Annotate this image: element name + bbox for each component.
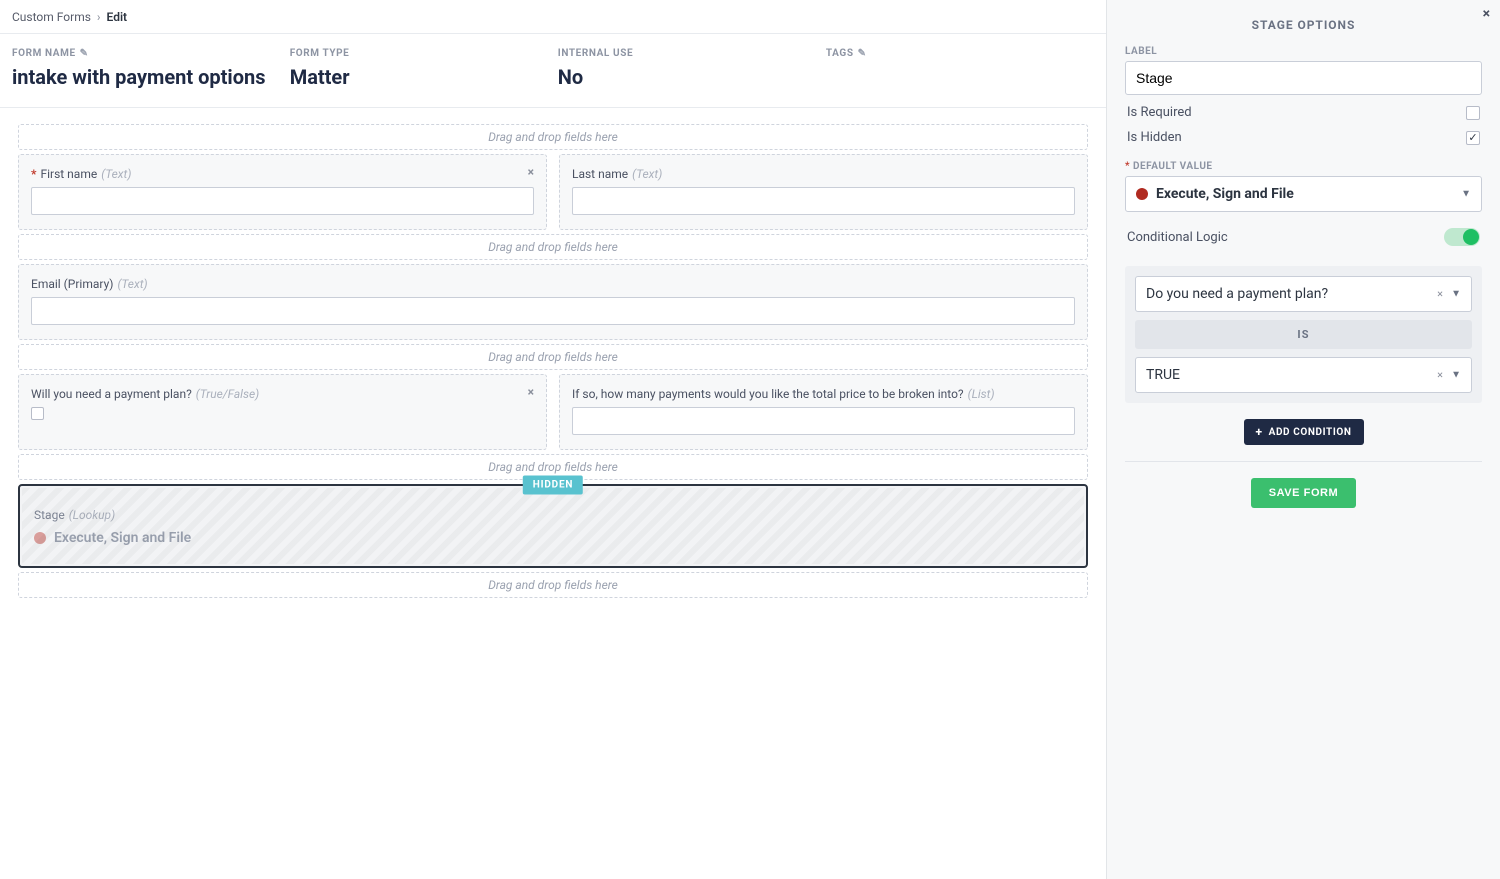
default-value-label: DEFAULT VALUE	[1125, 161, 1482, 172]
field-last-name[interactable]: Last name (Text)	[559, 154, 1088, 230]
condition-block: Do you need a payment plan? × ▼ IS TRUE …	[1125, 266, 1482, 403]
breadcrumb-current: Edit	[107, 10, 128, 24]
field-payment-plan[interactable]: × Will you need a payment plan? (True/Fa…	[18, 374, 547, 450]
chevron-down-icon: ▼	[1451, 370, 1461, 381]
plus-icon: +	[1256, 426, 1263, 438]
field-type: (Text)	[101, 167, 131, 181]
drop-zone[interactable]: Drag and drop fields here	[18, 234, 1088, 260]
stage-color-dot-icon	[1136, 188, 1148, 200]
divider	[1125, 461, 1482, 462]
condition-field-select[interactable]: Do you need a payment plan? × ▼	[1135, 276, 1472, 312]
num-payments-input[interactable]	[572, 407, 1075, 435]
is-hidden-label: Is Hidden	[1127, 130, 1182, 145]
meta-internal-use-label: INTERNAL USE	[558, 48, 633, 59]
field-label: Stage	[34, 508, 65, 522]
field-label: Last name	[572, 167, 628, 181]
conditional-logic-toggle[interactable]	[1444, 228, 1480, 246]
field-type: (Text)	[117, 277, 147, 291]
field-label: If so, how many payments would you like …	[572, 387, 964, 401]
add-condition-button[interactable]: + ADD CONDITION	[1244, 419, 1364, 445]
field-email[interactable]: Email (Primary) (Text)	[18, 264, 1088, 340]
stage-value: Execute, Sign and File	[54, 530, 191, 546]
condition-value-text: TRUE	[1146, 367, 1180, 383]
edit-icon[interactable]: ✎	[858, 48, 867, 59]
first-name-input[interactable]	[31, 187, 534, 215]
breadcrumb-root[interactable]: Custom Forms	[12, 10, 91, 24]
label-input[interactable]	[1125, 61, 1482, 95]
default-value-text: Execute, Sign and File	[1156, 186, 1294, 202]
field-stage[interactable]: HIDDEN Stage (Lookup) Execute, Sign and …	[18, 484, 1088, 568]
chevron-down-icon: ▼	[1461, 189, 1471, 200]
meta-form-name-label: FORM NAME	[12, 48, 76, 59]
close-icon[interactable]: ×	[528, 385, 534, 399]
field-num-payments[interactable]: If so, how many payments would you like …	[559, 374, 1088, 450]
field-label: Email (Primary)	[31, 277, 113, 291]
payment-plan-checkbox[interactable]	[31, 407, 44, 420]
email-input[interactable]	[31, 297, 1075, 325]
meta-form-name-value: intake with payment options	[12, 65, 290, 89]
field-first-name[interactable]: × * First name (Text)	[18, 154, 547, 230]
form-meta-header: FORM NAME ✎ intake with payment options …	[0, 34, 1106, 108]
condition-value-select[interactable]: TRUE × ▼	[1135, 357, 1472, 393]
close-icon[interactable]: ×	[528, 165, 534, 179]
stage-color-dot-icon	[34, 532, 46, 544]
field-label: First name	[40, 167, 97, 181]
meta-form-type-value: Matter	[290, 65, 558, 89]
is-required-label: Is Required	[1127, 105, 1192, 120]
drop-zone[interactable]: Drag and drop fields here	[18, 124, 1088, 150]
drop-zone[interactable]: Drag and drop fields here	[18, 572, 1088, 598]
field-type: (List)	[968, 387, 995, 401]
chevron-right-icon: ›	[97, 10, 101, 24]
meta-tags-label: TAGS	[826, 48, 854, 59]
meta-internal-use-value: No	[558, 65, 826, 89]
breadcrumb: Custom Forms › Edit	[0, 0, 1106, 34]
meta-form-type-label: FORM TYPE	[290, 48, 350, 59]
stage-options-panel: × STAGE OPTIONS LABEL Is Required Is Hid…	[1106, 0, 1500, 879]
panel-title: STAGE OPTIONS	[1125, 18, 1482, 32]
condition-field-text: Do you need a payment plan?	[1146, 286, 1328, 302]
edit-icon[interactable]: ✎	[80, 48, 89, 59]
drop-zone[interactable]: Drag and drop fields here	[18, 344, 1088, 370]
last-name-input[interactable]	[572, 187, 1075, 215]
condition-operator: IS	[1135, 320, 1472, 349]
field-label: Will you need a payment plan?	[31, 387, 192, 401]
field-type: (Lookup)	[69, 508, 115, 522]
default-value-select[interactable]: Execute, Sign and File ▼	[1125, 176, 1482, 212]
field-type: (True/False)	[196, 387, 259, 401]
conditional-logic-label: Conditional Logic	[1127, 230, 1228, 245]
chevron-down-icon: ▼	[1451, 289, 1461, 300]
save-form-button[interactable]: SAVE FORM	[1251, 478, 1357, 508]
field-type: (Text)	[632, 167, 662, 181]
required-marker: *	[31, 167, 36, 181]
form-canvas: Drag and drop fields here × * First name…	[0, 108, 1106, 642]
add-condition-label: ADD CONDITION	[1269, 427, 1352, 438]
clear-icon[interactable]: ×	[1437, 369, 1443, 382]
label-label: LABEL	[1125, 46, 1482, 57]
close-icon[interactable]: ×	[1483, 6, 1490, 22]
clear-icon[interactable]: ×	[1437, 288, 1443, 301]
hidden-badge: HIDDEN	[523, 476, 583, 495]
is-hidden-checkbox[interactable]	[1466, 131, 1480, 145]
is-required-checkbox[interactable]	[1466, 106, 1480, 120]
